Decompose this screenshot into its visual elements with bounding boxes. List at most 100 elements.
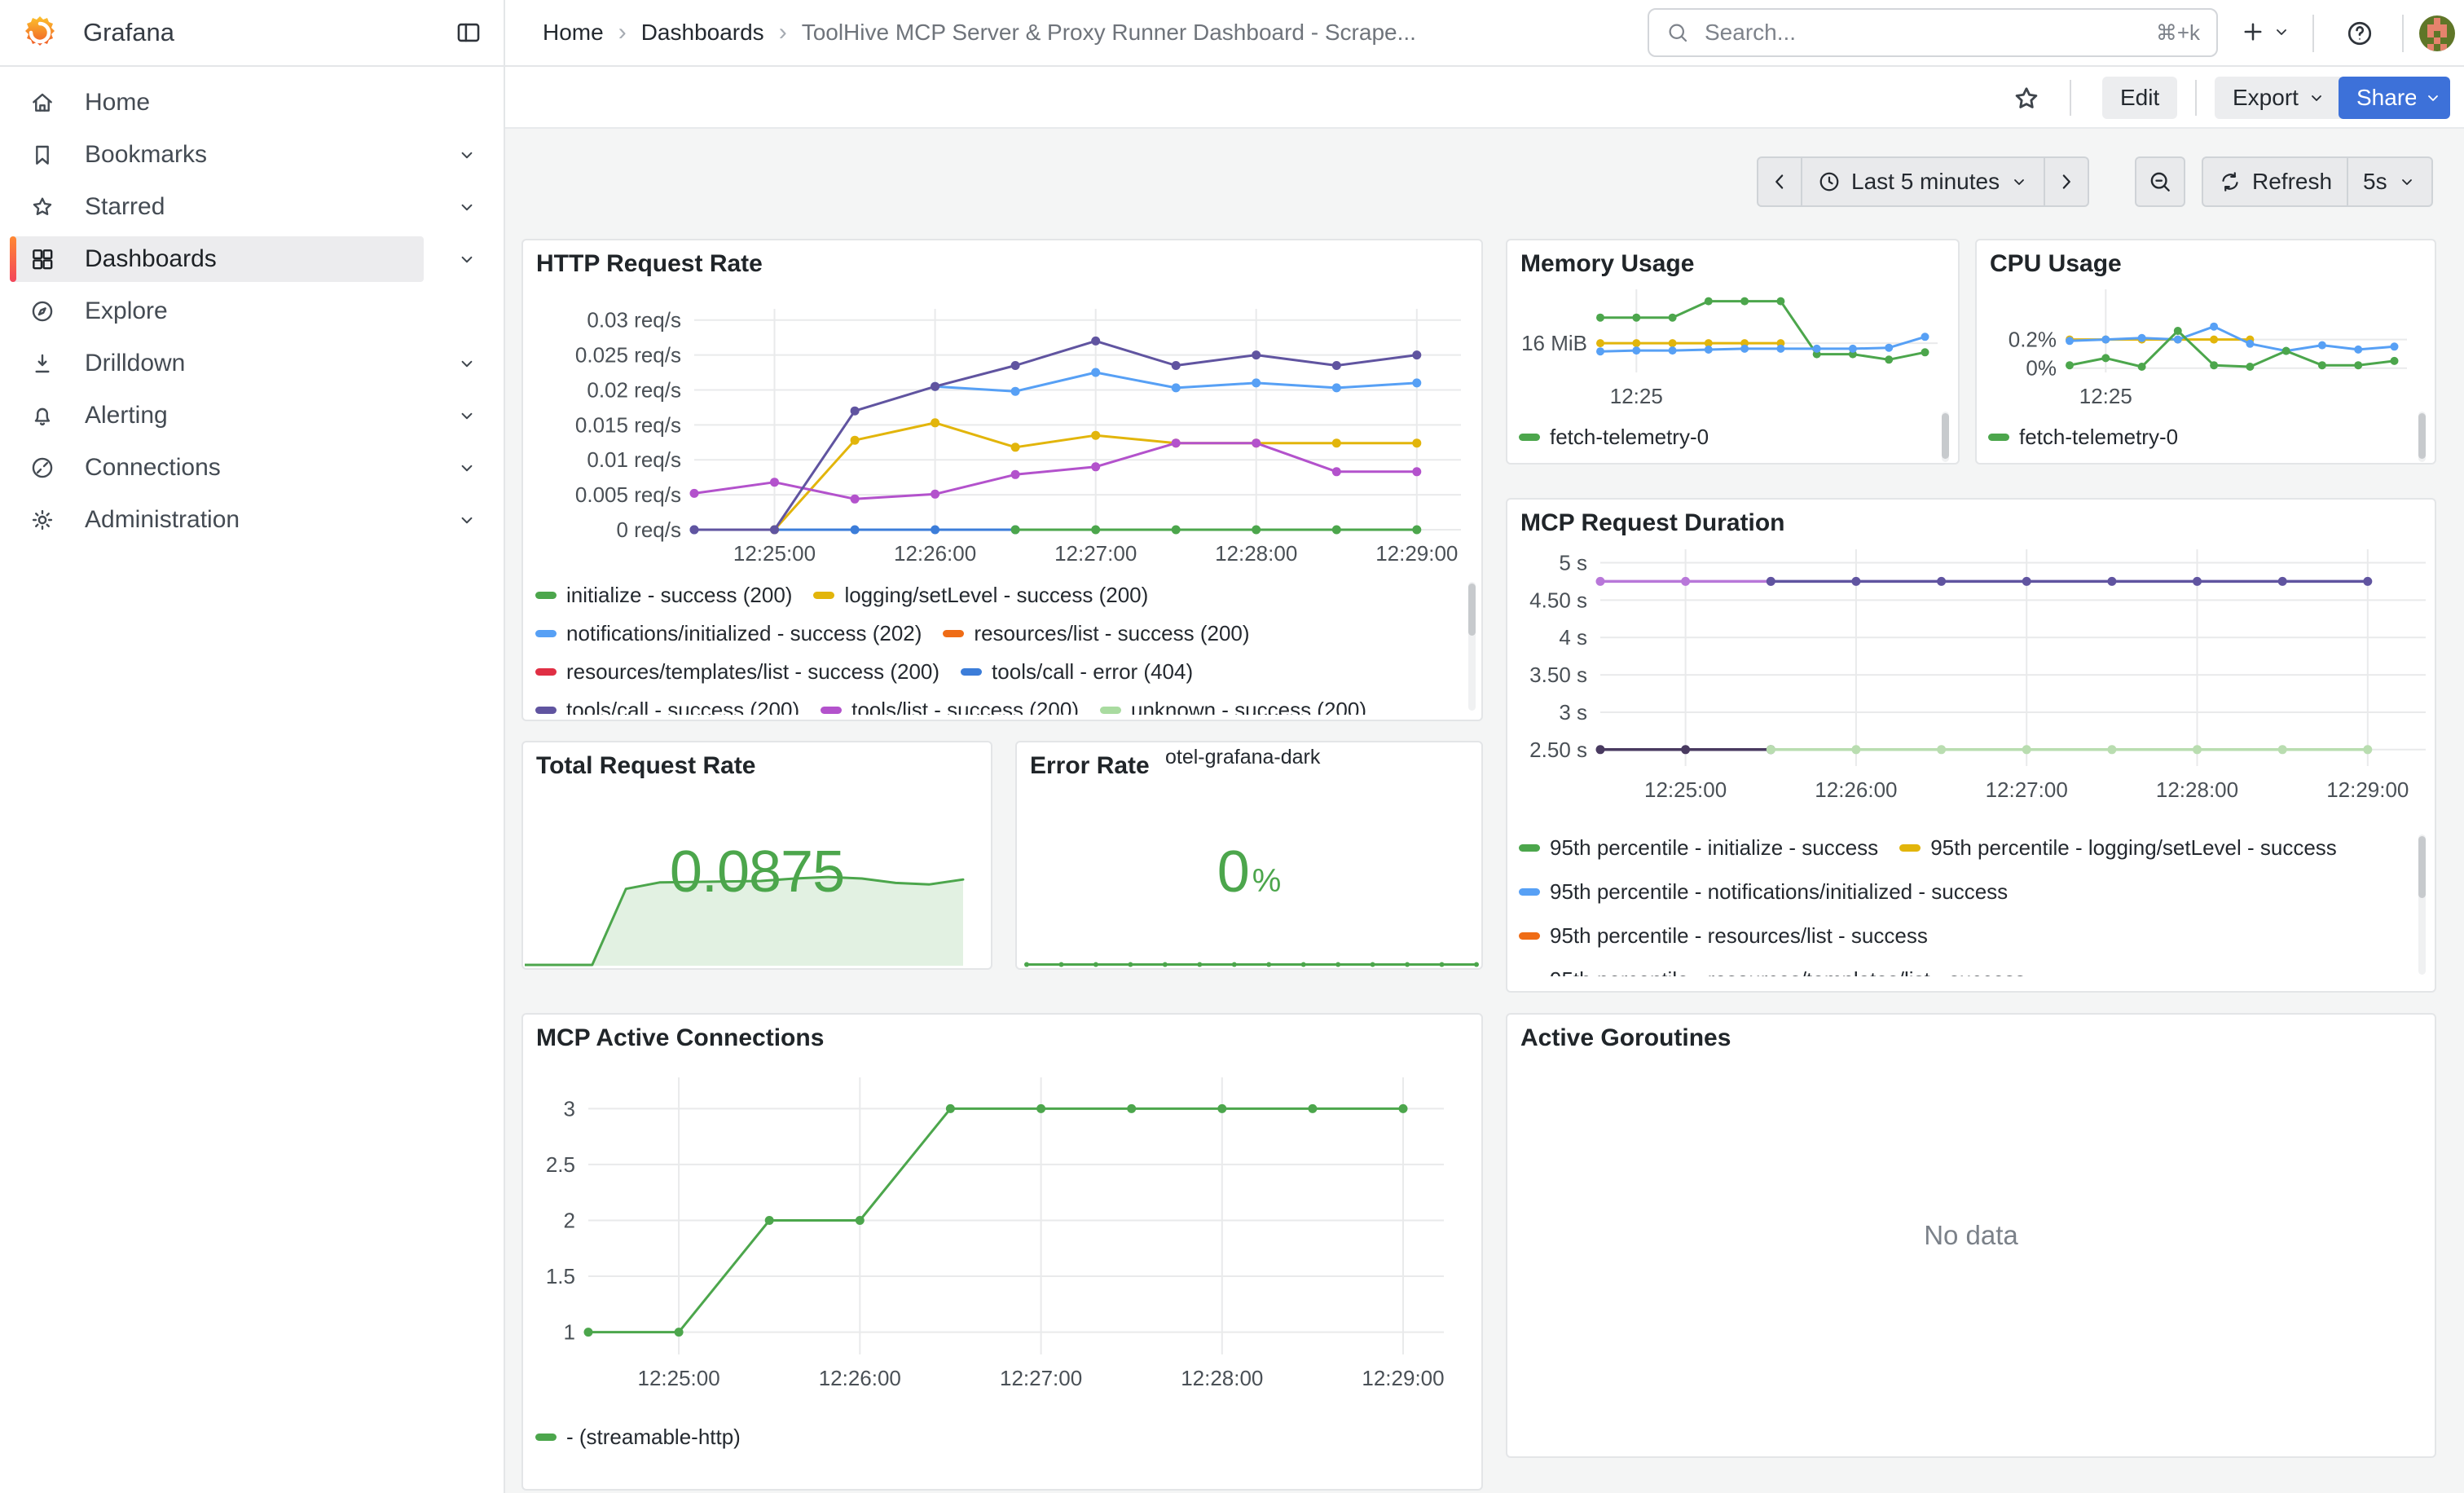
panel-title[interactable]: CPU Usage	[1990, 250, 2122, 278]
legend-item[interactable]: 95th percentile - notifications/initiali…	[1519, 879, 2008, 905]
search-input[interactable]	[1703, 19, 2143, 46]
zoom-out-button[interactable]	[2135, 156, 2185, 207]
series-swatch	[813, 592, 834, 599]
time-shift-forward-button[interactable]	[2044, 158, 2088, 205]
sidebar-item-explore[interactable]: Explore	[10, 288, 495, 334]
chevron-down-icon[interactable]	[456, 144, 477, 165]
sidebar-item-dashboards[interactable]: Dashboards	[10, 236, 424, 282]
svg-text:12:25: 12:25	[2079, 384, 2132, 405]
search-box[interactable]: ⌘+k	[1648, 8, 2218, 57]
legend-item[interactable]: tools/call - success (200)	[535, 697, 799, 715]
time-shift-back-button[interactable]	[1758, 158, 1801, 205]
chart-canvas[interactable]: 11.522.5312:25:0012:26:0012:27:0012:28:0…	[535, 1053, 1472, 1420]
divider	[2070, 80, 2071, 116]
breadcrumb: Home›Dashboards›ToolHive MCP Server & Pr…	[543, 0, 1416, 65]
dashboard-toolbar: Edit Export Share	[505, 67, 2464, 129]
legend-item[interactable]: tools/call - error (404)	[961, 658, 1193, 685]
time-range-controls: Last 5 minutes	[1757, 156, 2089, 207]
http-request-rate-chart[interactable]: 0 req/s0.005 req/s0.01 req/s0.015 req/s0…	[535, 287, 1472, 570]
grafana-app: Home›Dashboards›ToolHive MCP Server & Pr…	[0, 0, 2464, 1493]
legend-item[interactable]: - (streamable-http)	[535, 1424, 741, 1451]
legend-item[interactable]: initialize - success (200)	[535, 582, 792, 609]
bell-icon	[29, 403, 55, 429]
sidebar-nav: Home Bookmarks Starred Dashboards Explore Dri…	[0, 80, 505, 549]
sidebar-item-administration[interactable]: Administration	[10, 497, 495, 543]
sidebar-item-connections[interactable]: Connections	[10, 445, 495, 491]
legend-item[interactable]: notifications/initialized - success (202…	[535, 620, 922, 647]
panel-http-request-rate: HTTP Request Rate 0 req/s0.005 req/s0.01…	[521, 239, 1483, 721]
chevron-down-icon[interactable]	[456, 249, 477, 270]
legend-item[interactable]: 95th percentile - resources/templates/li…	[1519, 967, 2026, 976]
sidebar-item-label: Dashboards	[85, 245, 217, 273]
cpu-legend: fetch-telemetry-0	[1988, 424, 2371, 456]
sidebar-item-starred[interactable]: Starred	[10, 184, 495, 230]
legend-item[interactable]: 95th percentile - resources/list - succe…	[1519, 923, 1928, 949]
chart-canvas[interactable]: 0.2%0%12:25	[1988, 283, 2425, 405]
share-dropdown-button[interactable]	[2416, 77, 2450, 119]
help-button[interactable]	[2345, 19, 2374, 48]
chevron-down-icon[interactable]	[456, 457, 477, 478]
edit-button[interactable]: Edit	[2102, 77, 2177, 119]
svg-text:1: 1	[564, 1320, 575, 1345]
chevron-down-icon[interactable]	[456, 405, 477, 426]
svg-text:0.015 req/s: 0.015 req/s	[575, 412, 681, 437]
legend-label: 95th percentile - logging/setLevel - suc…	[1930, 835, 2337, 861]
legend-item[interactable]: 95th percentile - initialize - success	[1519, 835, 1878, 861]
cpu-usage-chart[interactable]: 0.2%0%12:25	[1988, 283, 2425, 405]
panel-title[interactable]: MCP Active Connections	[536, 1024, 824, 1052]
refresh-interval-picker[interactable]: 5s	[2347, 158, 2431, 205]
search-icon	[1665, 20, 1690, 45]
avatar[interactable]	[2418, 15, 2456, 52]
chevron-down-icon[interactable]	[456, 353, 477, 374]
chevron-down-icon[interactable]	[456, 196, 477, 218]
chart-canvas[interactable]	[1019, 955, 1483, 968]
sidebar-item-alerting[interactable]: Alerting	[10, 393, 495, 438]
svg-text:12:27:00: 12:27:00	[1000, 1366, 1082, 1390]
chart-canvas[interactable]: 0 req/s0.005 req/s0.01 req/s0.015 req/s0…	[535, 287, 1472, 570]
memory-usage-chart[interactable]: 16 MiB12:25	[1519, 283, 1952, 405]
time-range-picker[interactable]: Last 5 minutes	[1801, 158, 2044, 205]
panel-title[interactable]: Error Rate	[1030, 752, 1150, 780]
legend-item[interactable]: resources/list - success (200)	[943, 620, 1249, 647]
legend-item[interactable]: logging/setLevel - success (200)	[813, 582, 1148, 609]
breadcrumb-item[interactable]: Home	[543, 20, 604, 46]
chevron-down-icon[interactable]	[456, 509, 477, 531]
sidebar-item-drilldown[interactable]: Drilldown	[10, 341, 495, 386]
legend-scrollbar-thumb[interactable]	[1942, 413, 1949, 459]
legend-item[interactable]: 95th percentile - logging/setLevel - suc…	[1899, 835, 2337, 861]
panel-title[interactable]: MCP Request Duration	[1520, 509, 1784, 537]
favorite-button[interactable]	[2011, 83, 2042, 114]
mcp-request-duration-chart[interactable]: 2.50 s3 s3.50 s4 s4.50 s5 s12:25:0012:26…	[1519, 535, 2438, 817]
panel-title[interactable]: HTTP Request Rate	[536, 250, 763, 278]
legend-item[interactable]: fetch-telemetry-0	[1519, 424, 1709, 451]
sidebar-collapse-button[interactable]	[455, 19, 482, 46]
legend-label: - (streamable-http)	[566, 1425, 741, 1450]
legend-item[interactable]: resources/templates/list - success (200)	[535, 658, 939, 685]
svg-text:2.5: 2.5	[546, 1152, 575, 1177]
breadcrumb-item[interactable]: Dashboards	[641, 20, 764, 46]
series-swatch	[1899, 844, 1921, 852]
panel-title[interactable]: Memory Usage	[1520, 250, 1694, 278]
legend-scrollbar-thumb[interactable]	[2418, 836, 2426, 898]
legend-item[interactable]: fetch-telemetry-0	[1988, 424, 2178, 451]
chart-canvas[interactable]: 16 MiB12:25	[1519, 283, 1952, 405]
add-button[interactable]	[2239, 18, 2291, 46]
svg-text:12:28:00: 12:28:00	[1181, 1366, 1263, 1390]
chart-canvas[interactable]: 2.50 s3 s3.50 s4 s4.50 s5 s12:25:0012:26…	[1519, 535, 2438, 817]
mcp-active-connections-chart[interactable]: 11.522.5312:25:0012:26:0012:27:0012:28:0…	[535, 1053, 1472, 1420]
export-button[interactable]: Export	[2215, 77, 2344, 119]
svg-text:12:25:00: 12:25:00	[733, 541, 816, 566]
panel-title[interactable]: Total Request Rate	[536, 752, 756, 780]
legend-item[interactable]: tools/list - success (200)	[821, 697, 1079, 715]
panel-error-rate: Error Rate otel-grafana-dark 0 %	[1015, 741, 1483, 970]
legend-scrollbar-thumb[interactable]	[2418, 413, 2426, 459]
star-icon	[29, 194, 55, 220]
refresh-button[interactable]: Refresh	[2203, 158, 2347, 205]
svg-text:4 s: 4 s	[1559, 625, 1587, 650]
sidebar-item-bookmarks[interactable]: Bookmarks	[10, 132, 495, 178]
legend-item[interactable]: unknown - success (200)	[1100, 697, 1366, 715]
search-minus-icon	[2147, 169, 2173, 195]
active-indicator	[10, 236, 16, 282]
legend-scrollbar-thumb[interactable]	[1468, 584, 1476, 636]
sidebar-item-home[interactable]: Home	[10, 80, 495, 126]
